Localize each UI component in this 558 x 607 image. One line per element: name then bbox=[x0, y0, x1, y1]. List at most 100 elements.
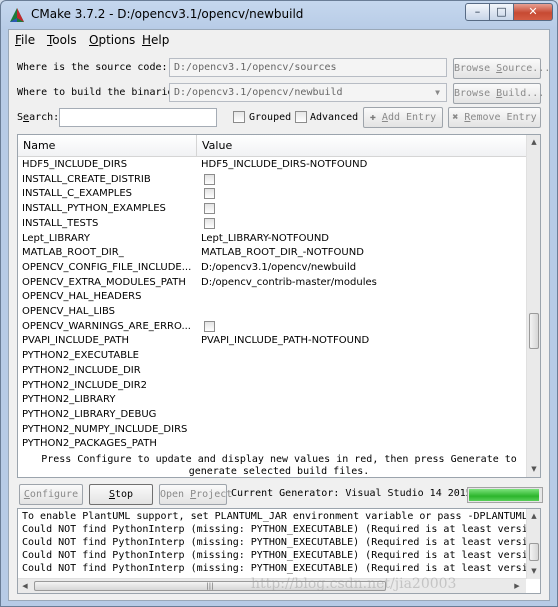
entry-checkbox[interactable] bbox=[204, 203, 215, 215]
entry-name: INSTALL_PYTHON_EXAMPLES bbox=[22, 203, 166, 215]
source-path-field[interactable]: D:/opencv3.1/opencv/sources bbox=[169, 58, 447, 77]
log-vertical-scrollbar[interactable]: ▲ ▼ bbox=[526, 509, 540, 579]
table-row[interactable]: INSTALL_TESTS bbox=[18, 217, 526, 232]
entry-name: INSTALL_TESTS bbox=[22, 217, 99, 229]
entry-value[interactable]: MATLAB_ROOT_DIR_-NOTFOUND bbox=[201, 247, 521, 258]
chevron-down-icon[interactable]: ▼ bbox=[431, 86, 444, 99]
entry-name: PVAPI_INCLUDE_PATH bbox=[22, 335, 129, 347]
table-row[interactable]: OPENCV_CONFIG_FILE_INCLUDE... D:/opencv3.… bbox=[18, 261, 526, 276]
advanced-checkbox[interactable] bbox=[295, 111, 307, 123]
table-row[interactable]: MATLAB_ROOT_DIR_ MATLAB_ROOT_DIR_-NOTFOUN… bbox=[18, 246, 526, 261]
close-button[interactable]: ✕ bbox=[513, 3, 553, 21]
table-vertical-scrollbar[interactable]: ▲ ▼ bbox=[526, 135, 540, 477]
entry-value[interactable]: PVAPI_INCLUDE_PATH-NOTFOUND bbox=[201, 335, 521, 346]
entry-checkbox[interactable] bbox=[204, 320, 215, 332]
table-row[interactable]: HDF5_INCLUDE_DIRS HDF5_INCLUDE_DIRS-NOTFO… bbox=[18, 158, 526, 173]
open-project-button[interactable]: Open Project bbox=[159, 484, 232, 505]
scroll-left-icon[interactable]: ◀ bbox=[18, 579, 32, 593]
entry-name: PYTHON2_INCLUDE_DIR2 bbox=[22, 379, 148, 391]
entry-name: OPENCV_WARNINGS_ARE_ERRO... bbox=[22, 320, 191, 332]
table-row[interactable]: INSTALL_CREATE_DISTRIB bbox=[18, 173, 526, 188]
scroll-up-icon[interactable]: ▲ bbox=[527, 135, 540, 150]
table-row[interactable]: OPENCV_HAL_HEADERS bbox=[18, 290, 526, 305]
entry-name: OPENCV_EXTRA_MODULES_PATH bbox=[22, 276, 186, 288]
window-title: CMake 3.7.2 - D:/opencv3.1/opencv/newbui… bbox=[31, 7, 304, 21]
table-row[interactable]: Lept_LIBRARY Lept_LIBRARY-NOTFOUND bbox=[18, 232, 526, 247]
entry-name: PYTHON2_LIBRARY_DEBUG bbox=[22, 408, 157, 420]
title-bar[interactable]: CMake 3.7.2 - D:/opencv3.1/opencv/newbui… bbox=[1, 1, 557, 29]
column-separator[interactable] bbox=[196, 135, 197, 157]
table-row[interactable]: PYTHON2_LIBRARY bbox=[18, 393, 526, 408]
entry-name: OPENCV_CONFIG_FILE_INCLUDE... bbox=[22, 261, 192, 273]
stop-button[interactable]: Stop bbox=[89, 484, 153, 505]
main-panel: File Tools Options Help Where is the sou… bbox=[8, 29, 550, 601]
table-row[interactable]: PYTHON2_NUMPY_INCLUDE_DIRS bbox=[18, 423, 526, 438]
cmake-triangle-icon bbox=[10, 8, 24, 22]
menu-options[interactable]: Options bbox=[89, 33, 135, 47]
table-row[interactable]: PYTHON2_PACKAGES_PATH bbox=[18, 437, 526, 452]
entry-name: PYTHON2_EXECUTABLE bbox=[22, 350, 139, 362]
configure-hint: Press Configure to update and display ne… bbox=[41, 454, 517, 477]
configure-button[interactable]: Configure bbox=[19, 484, 83, 505]
advanced-label: Advanced bbox=[310, 112, 359, 123]
entry-name: MATLAB_ROOT_DIR_ bbox=[22, 247, 124, 259]
add-entry-button[interactable]: ✚ Add Entry bbox=[363, 107, 443, 128]
browse-build-button[interactable]: Browse Build... bbox=[453, 83, 544, 104]
table-row[interactable]: PYTHON2_EXECUTABLE bbox=[18, 349, 526, 364]
menu-bar: File Tools Options Help bbox=[9, 30, 549, 50]
entry-name: INSTALL_CREATE_DISTRIB bbox=[22, 173, 151, 185]
table-row[interactable]: PVAPI_INCLUDE_PATH PVAPI_INCLUDE_PATH-NOT… bbox=[18, 334, 526, 349]
cmake-window: CMake 3.7.2 - D:/opencv3.1/opencv/newbui… bbox=[0, 0, 558, 607]
minimize-button[interactable]: – bbox=[465, 3, 490, 21]
log-line: Could NOT find PythonInterp (missing: PY… bbox=[22, 524, 540, 535]
entry-checkbox[interactable] bbox=[204, 217, 215, 229]
table-row[interactable]: INSTALL_PYTHON_EXAMPLES bbox=[18, 202, 526, 217]
table-row[interactable]: PYTHON2_INCLUDE_DIR2 bbox=[18, 379, 526, 394]
entry-value[interactable]: Lept_LIBRARY-NOTFOUND bbox=[201, 233, 521, 244]
entry-name: PYTHON2_NUMPY_INCLUDE_DIRS bbox=[22, 423, 188, 435]
entry-name: Lept_LIBRARY bbox=[22, 232, 90, 244]
log-scroll-up-icon[interactable]: ▲ bbox=[527, 509, 540, 524]
table-row[interactable]: PYTHON2_LIBRARY_DEBUG bbox=[18, 408, 526, 423]
grouped-checkbox[interactable] bbox=[233, 111, 245, 123]
table-row[interactable]: OPENCV_WARNINGS_ARE_ERRO... bbox=[18, 320, 526, 335]
column-value-header[interactable]: Value bbox=[202, 139, 232, 152]
menu-file[interactable]: File bbox=[15, 33, 35, 47]
entry-value[interactable]: D:/opencv_contrib-master/modules bbox=[201, 277, 521, 288]
entry-name: OPENCV_HAL_LIBS bbox=[22, 306, 116, 317]
log-line: To enable PlantUML support, set PLANTUML… bbox=[22, 511, 541, 522]
current-generator: Current Generator: Visual Studio 14 2015 bbox=[231, 488, 472, 499]
cache-table[interactable]: Name Value HDF5_INCLUDE_DIRS HDF5_INCLUDE… bbox=[17, 134, 541, 478]
build-path-value: D:/opencv3.1/opencv/newbuild bbox=[174, 87, 343, 98]
build-label: Where to build the binaries: bbox=[17, 87, 186, 98]
menu-help[interactable]: Help bbox=[142, 33, 169, 47]
entry-checkbox[interactable] bbox=[204, 173, 215, 185]
browse-source-button[interactable]: Browse Source... bbox=[453, 58, 550, 79]
table-row[interactable]: INSTALL_C_EXAMPLES bbox=[18, 187, 526, 202]
entry-name: PYTHON2_PACKAGES_PATH bbox=[22, 438, 157, 450]
log-vscroll-thumb[interactable] bbox=[529, 543, 539, 561]
entry-checkbox[interactable] bbox=[204, 188, 215, 200]
entry-name: OPENCV_HAL_HEADERS bbox=[22, 291, 142, 303]
entry-name: INSTALL_C_EXAMPLES bbox=[22, 188, 132, 200]
scroll-right-icon[interactable]: ▶ bbox=[510, 579, 524, 593]
search-label: Search: bbox=[17, 112, 60, 123]
maximize-button[interactable]: □ bbox=[489, 3, 514, 21]
grouped-label: Grouped bbox=[249, 112, 292, 123]
entry-value[interactable]: D:/opencv3.1/opencv/newbuild bbox=[201, 262, 521, 273]
search-input[interactable] bbox=[59, 108, 217, 127]
table-row[interactable]: PYTHON2_INCLUDE_DIR bbox=[18, 364, 526, 379]
plus-icon: ✚ bbox=[369, 112, 376, 123]
log-line: Could NOT find PythonInterp (missing: PY… bbox=[22, 550, 540, 561]
table-row[interactable]: OPENCV_HAL_LIBS bbox=[18, 305, 526, 320]
progress-fill bbox=[469, 489, 539, 501]
scroll-thumb[interactable] bbox=[529, 313, 539, 349]
build-path-combo[interactable]: D:/opencv3.1/opencv/newbuild ▼ bbox=[169, 83, 447, 102]
remove-entry-button[interactable]: ✖ Remove Entry bbox=[448, 107, 541, 128]
menu-tools[interactable]: Tools bbox=[47, 33, 77, 47]
column-name-header[interactable]: Name bbox=[23, 139, 55, 152]
log-scroll-down-icon[interactable]: ▼ bbox=[527, 564, 540, 579]
log-line: Could NOT find PythonInterp (missing: PY… bbox=[22, 537, 540, 548]
entry-value[interactable]: HDF5_INCLUDE_DIRS-NOTFOUND bbox=[201, 159, 521, 170]
table-row[interactable]: OPENCV_EXTRA_MODULES_PATH D:/opencv_contr… bbox=[18, 276, 526, 291]
